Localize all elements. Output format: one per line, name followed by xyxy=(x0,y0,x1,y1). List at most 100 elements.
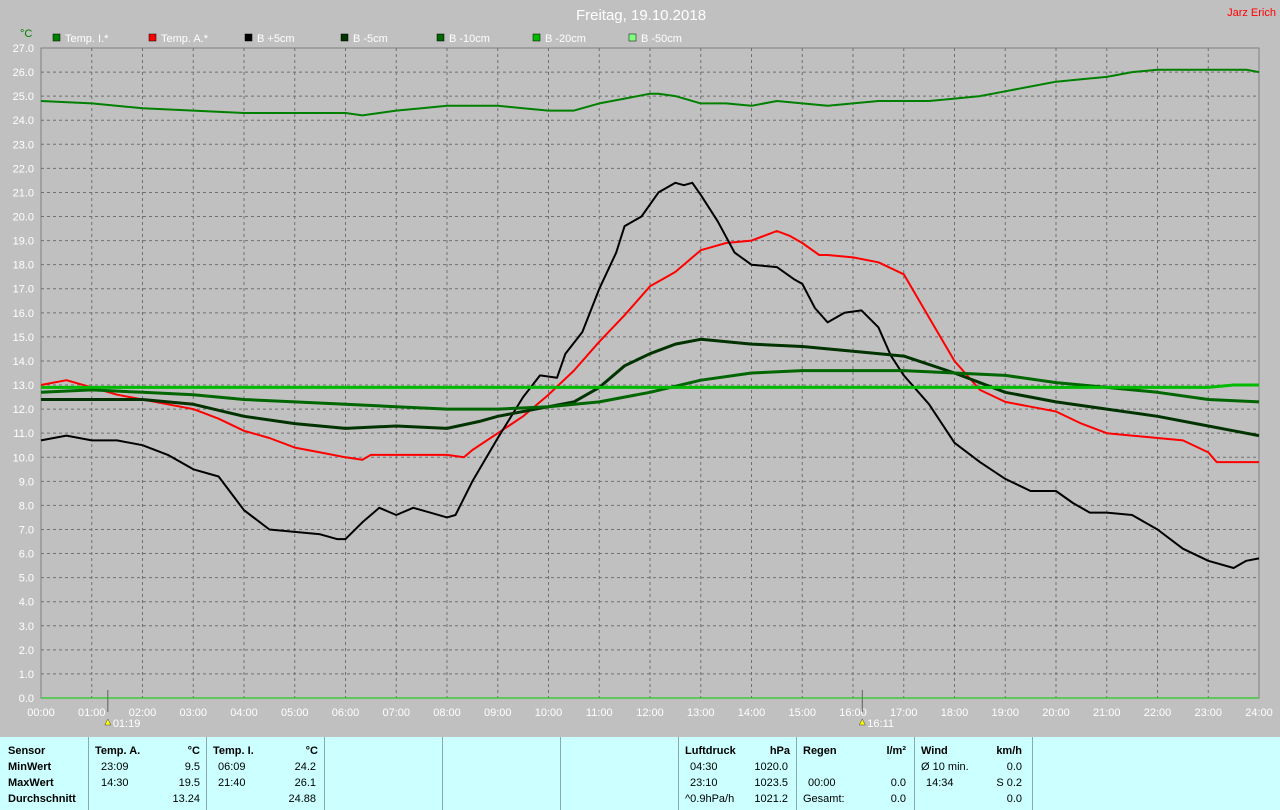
column-divider xyxy=(88,737,89,810)
legend-swatch xyxy=(340,33,349,42)
legend-entry: B -5cm xyxy=(353,33,388,45)
y-tick-label: 4.0 xyxy=(19,597,34,609)
y-tick-label: 10.0 xyxy=(13,452,34,464)
wind-time: 14:34 xyxy=(926,777,954,789)
x-tick-label: 00:00 xyxy=(27,707,55,719)
y-tick-label: 21.0 xyxy=(13,187,34,199)
rain-time: 00:00 xyxy=(808,777,836,789)
y-tick-label: 23.0 xyxy=(13,139,34,151)
pressure-trend-label: ^0.9hPa/h xyxy=(685,793,735,805)
wind-average-label: Ø 10 min. xyxy=(921,761,969,773)
y-tick-label: 14.0 xyxy=(13,356,34,368)
row-label-sensor: Sensor xyxy=(8,745,46,757)
statistics-table: Sensor MinWert MaxWert Durchschnitt Temp… xyxy=(0,737,1280,810)
pressure-max-time: 23:10 xyxy=(690,777,718,789)
pressure-header: Luftdruck xyxy=(685,745,736,757)
temp-a-min-value: 9.5 xyxy=(184,761,200,773)
column-divider xyxy=(442,737,443,810)
x-tick-label: 05:00 xyxy=(281,707,309,719)
y-tick-label: 7.0 xyxy=(19,524,34,536)
x-tick-label: 13:00 xyxy=(687,707,715,719)
time-marker-label: 01:19 xyxy=(113,718,141,730)
x-tick-label: 07:00 xyxy=(382,707,410,719)
column-divider xyxy=(914,737,915,810)
temp-a-max-time: 14:30 xyxy=(101,777,129,789)
y-tick-label: 5.0 xyxy=(19,573,34,585)
column-divider xyxy=(206,737,207,810)
wind-header: Wind xyxy=(921,745,948,757)
user-name: Jarz Erich xyxy=(1227,7,1276,19)
wind-direction-value: S 0.2 xyxy=(996,777,1022,789)
temp-a-average: 13.24 xyxy=(172,793,200,805)
x-tick-label: 11:00 xyxy=(586,707,613,719)
chart-title: Freitag, 19.10.2018 xyxy=(576,7,706,24)
column-divider xyxy=(796,737,797,810)
y-tick-label: 12.0 xyxy=(13,404,34,416)
temp-i-max-value: 26.1 xyxy=(294,777,316,789)
temp-i-header: Temp. I. xyxy=(213,745,254,757)
x-tick-label: 19:00 xyxy=(991,707,1019,719)
legend-swatch xyxy=(628,33,637,42)
temp-a-header: Temp. A. xyxy=(95,745,141,757)
x-tick-label: 01:00 xyxy=(78,707,106,719)
y-tick-label: 18.0 xyxy=(13,260,34,272)
x-tick-label: 08:00 xyxy=(433,707,461,719)
rain-total-value: 0.0 xyxy=(890,793,906,805)
legend-entry: B -50cm xyxy=(641,33,682,45)
x-tick-label: 09:00 xyxy=(484,707,512,719)
wind-unit: km/h xyxy=(996,745,1022,757)
temp-i-unit: °C xyxy=(305,745,318,757)
pressure-min-time: 04:30 xyxy=(690,761,718,773)
column-divider xyxy=(560,737,561,810)
legend-swatch xyxy=(532,33,541,42)
y-tick-label: 24.0 xyxy=(13,115,34,127)
time-marker-label: 16:11 xyxy=(867,718,894,730)
temp-a-unit: °C xyxy=(187,745,200,757)
rain-total-label: Gesamt: xyxy=(803,793,845,805)
wind-average-value: 0.0 xyxy=(1006,761,1022,773)
temp-i-average: 24.88 xyxy=(288,793,316,805)
pressure-max-value: 1023.5 xyxy=(754,777,788,789)
x-tick-label: 14:00 xyxy=(738,707,766,719)
temp-i-min-value: 24.2 xyxy=(294,761,316,773)
rain-header: Regen xyxy=(803,745,837,757)
x-tick-label: 15:00 xyxy=(788,707,816,719)
legend-entry: B -20cm xyxy=(545,33,586,45)
y-tick-label: 11.0 xyxy=(13,428,34,440)
rain-unit: l/m² xyxy=(886,745,906,757)
x-tick-label: 22:00 xyxy=(1144,707,1172,719)
column-divider xyxy=(1032,737,1033,810)
y-tick-label: 1.0 xyxy=(19,669,34,681)
y-tick-label: 25.0 xyxy=(13,91,34,103)
y-tick-label: 8.0 xyxy=(19,500,34,512)
y-tick-label: 2.0 xyxy=(19,645,34,657)
y-tick-label: 19.0 xyxy=(13,236,34,248)
legend-entry: B +5cm xyxy=(257,33,295,45)
temp-i-min-time: 06:09 xyxy=(218,761,246,773)
column-divider xyxy=(678,737,679,810)
x-tick-label: 06:00 xyxy=(332,707,360,719)
pressure-unit: hPa xyxy=(769,745,790,757)
pressure-min-value: 1020.0 xyxy=(754,761,788,773)
column-divider xyxy=(324,737,325,810)
row-label-avg: Durchschnitt xyxy=(8,793,76,805)
temp-i-max-time: 21:40 xyxy=(218,777,246,789)
y-tick-label: 13.0 xyxy=(13,380,34,392)
wind-last-value: 0.0 xyxy=(1006,793,1022,805)
y-tick-label: 26.0 xyxy=(13,67,34,79)
y-tick-label: 15.0 xyxy=(13,332,34,344)
time-marker-icon xyxy=(858,718,866,726)
y-tick-label: 22.0 xyxy=(13,163,34,175)
x-tick-label: 20:00 xyxy=(1042,707,1070,719)
legend-swatch xyxy=(148,33,157,42)
x-tick-label: 24:00 xyxy=(1245,707,1273,719)
legend-entry: Temp. I.* xyxy=(65,33,109,45)
time-marker-icon xyxy=(104,718,112,726)
row-label-min: MinWert xyxy=(8,761,52,773)
temp-a-min-time: 23:09 xyxy=(101,761,129,773)
y-tick-label: 20.0 xyxy=(13,212,34,224)
x-tick-label: 10:00 xyxy=(535,707,563,719)
legend-swatch xyxy=(52,33,61,42)
x-tick-label: 03:00 xyxy=(179,707,207,719)
pressure-trend-value: 1021.2 xyxy=(754,793,788,805)
